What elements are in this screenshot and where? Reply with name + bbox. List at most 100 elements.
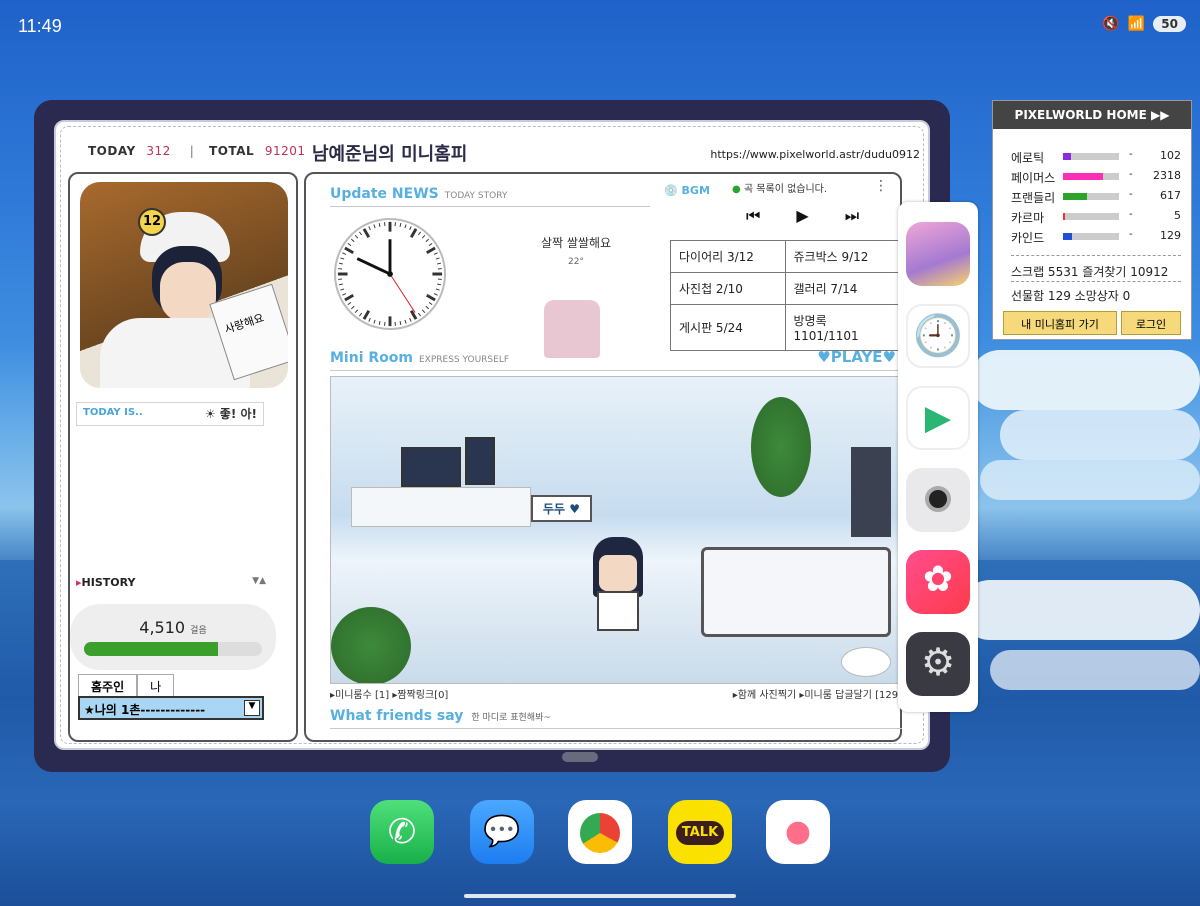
camera-icon[interactable]	[906, 468, 970, 532]
clock-tick	[347, 243, 352, 247]
minihompy-window: TODAY 312 | TOTAL 91201 남예준님의 미니홈피 https…	[34, 100, 950, 772]
pixelworld-header[interactable]: PIXELWORLD HOME ▶▶	[993, 101, 1191, 129]
friend-select-value: ★나의 1촌-------------	[84, 703, 206, 717]
today-count: 312	[146, 144, 171, 158]
clock-tick	[359, 312, 363, 317]
stat-name: 페이머스	[1011, 171, 1056, 185]
miniroom-left-links[interactable]: ▸미니룸수 [1] ▸짬짝링크[0]	[330, 690, 448, 701]
stat-value: 617	[1160, 189, 1181, 202]
talk-label: TALK	[675, 820, 725, 845]
total-label: TOTAL	[209, 144, 255, 158]
clock-tick	[435, 257, 440, 260]
kakaotalk-icon[interactable]: TALK	[668, 800, 732, 864]
pixelworld-stat-row: 에로틱 - 102	[1011, 149, 1181, 166]
temperature: 22°	[568, 257, 584, 267]
next-icon[interactable]: ⏭	[845, 206, 859, 226]
bubble-app-icon[interactable]: ●	[766, 800, 830, 864]
clock-tick	[399, 321, 402, 326]
minus-icon[interactable]: -	[1129, 229, 1133, 240]
mood-text: ☀ 좋! 아!	[204, 407, 257, 421]
history-header[interactable]: ▸HISTORY ▼▲	[76, 576, 266, 589]
step-counter: 4,510 걸음	[70, 604, 276, 670]
messages-icon[interactable]: 💬	[470, 800, 534, 864]
clock-tick	[362, 310, 371, 320]
miniroom-right-links[interactable]: ▸함께 사진찍기 ▸미니룸 답글달기 [129]	[733, 686, 902, 701]
clock-tick	[378, 222, 381, 227]
menu-jukebox[interactable]: 쥬크박스 9/12	[784, 240, 900, 273]
minus-icon[interactable]: -	[1129, 149, 1133, 160]
sort-arrows-icon[interactable]: ▼▲	[252, 576, 266, 586]
minus-icon[interactable]: -	[1129, 209, 1133, 220]
clock-tick	[433, 293, 438, 296]
friends-subtitle: 한 마디로 표현해봐~	[471, 713, 551, 723]
settings-icon[interactable]: ⚙	[906, 632, 970, 696]
steps-progress-bar	[84, 642, 262, 656]
cd-icon: 💿	[664, 184, 678, 197]
login-button[interactable]: 로그인	[1121, 311, 1181, 335]
menu-gallery[interactable]: 갤러리 7/14	[784, 272, 900, 305]
bgm-status: ● 곡 목록이 없습니다.	[732, 184, 828, 195]
stat-bar	[1063, 153, 1119, 160]
home-url[interactable]: https://www.pixelworld.astr/dudu0912	[710, 148, 920, 161]
content-panel: Update NEWS TODAY STORY 살짝 쌀쌀해요 22° 💿 BGM…	[304, 172, 902, 742]
news-header: Update NEWS TODAY STORY	[330, 186, 507, 202]
more-options-icon[interactable]: ⋮	[874, 178, 888, 194]
clock-app-icon[interactable]: 🕘	[906, 304, 970, 368]
today-is-label: TODAY IS..	[83, 407, 143, 418]
character-speech-bubble: 두두 ♥	[531, 495, 593, 522]
clock-tick	[428, 301, 433, 305]
side-app-panel: 🕘 ▶ ✿ ⚙	[898, 202, 978, 712]
clock-tick	[428, 243, 433, 247]
menu-diary[interactable]: 다이어리 3/12	[670, 240, 786, 273]
clock-tick	[338, 262, 343, 265]
bgm-label: 💿 BGM	[664, 184, 710, 197]
play-button[interactable]: ♥PLAYE♥	[817, 348, 896, 366]
menu-board[interactable]: 게시판 5/24	[670, 304, 786, 351]
minus-icon[interactable]: -	[1129, 189, 1133, 200]
clock-tick	[342, 252, 347, 255]
dropdown-arrow-icon[interactable]: ▼	[244, 700, 260, 716]
clock-tick	[433, 252, 438, 255]
go-my-minihompy-button[interactable]: 내 미니홈피 가기	[1003, 311, 1117, 335]
sun-icon: ☀	[204, 407, 216, 421]
clock-tick	[340, 257, 345, 260]
miniroom-header: Mini Room EXPRESS YOURSELF	[330, 350, 509, 366]
today-label: TODAY	[88, 144, 136, 158]
wave	[990, 650, 1200, 690]
play-store-icon[interactable]: ▶	[906, 386, 970, 450]
page-title: 남예준님의 미니홈피	[312, 144, 468, 165]
today-is-box: TODAY IS.. ☀ 좋! 아!	[76, 402, 264, 426]
play-icon[interactable]: ▶	[796, 206, 808, 226]
phone-icon[interactable]: ✆	[370, 800, 434, 864]
cloud	[970, 350, 1200, 410]
clock-tick	[338, 283, 343, 286]
clock-tick	[425, 238, 430, 243]
friend-select[interactable]: ★나의 1촌------------- ▼	[78, 696, 264, 720]
clock-tick	[404, 319, 407, 324]
home-indicator[interactable]	[464, 894, 736, 898]
clock-tick	[409, 317, 412, 322]
miniroom-scene[interactable]: 두두 ♥	[330, 376, 902, 684]
clock-tick	[378, 321, 381, 326]
stat-value: 102	[1160, 149, 1181, 162]
previous-icon[interactable]: ⏮	[746, 206, 760, 226]
profile-avatar[interactable]: 12 사랑해요	[80, 182, 288, 388]
history-label: HISTORY	[81, 576, 136, 589]
menu-guestbook[interactable]: 방명록 1101/1101	[784, 304, 900, 351]
clock-tick	[350, 305, 355, 310]
window-resize-handle[interactable]	[562, 752, 598, 762]
clock-tick	[354, 234, 359, 239]
menu-photo-album[interactable]: 사진첩 2/10	[670, 272, 786, 305]
miniroom-subtitle: EXPRESS YOURSELF	[418, 355, 510, 365]
game-icon[interactable]	[906, 222, 970, 286]
gift-wish-info: 선물함 129 소망상자 0	[1011, 289, 1131, 303]
clock-tick	[404, 224, 407, 229]
clock-tick	[350, 238, 355, 243]
gallery-icon[interactable]: ✿	[906, 550, 970, 614]
clock-tick	[359, 231, 363, 236]
stat-bar	[1063, 233, 1119, 240]
chrome-icon[interactable]	[568, 800, 632, 864]
weather-widget: 살짝 쌀쌀해요 22°	[516, 234, 636, 267]
shirt-image	[544, 300, 600, 358]
minus-icon[interactable]: -	[1129, 169, 1133, 180]
